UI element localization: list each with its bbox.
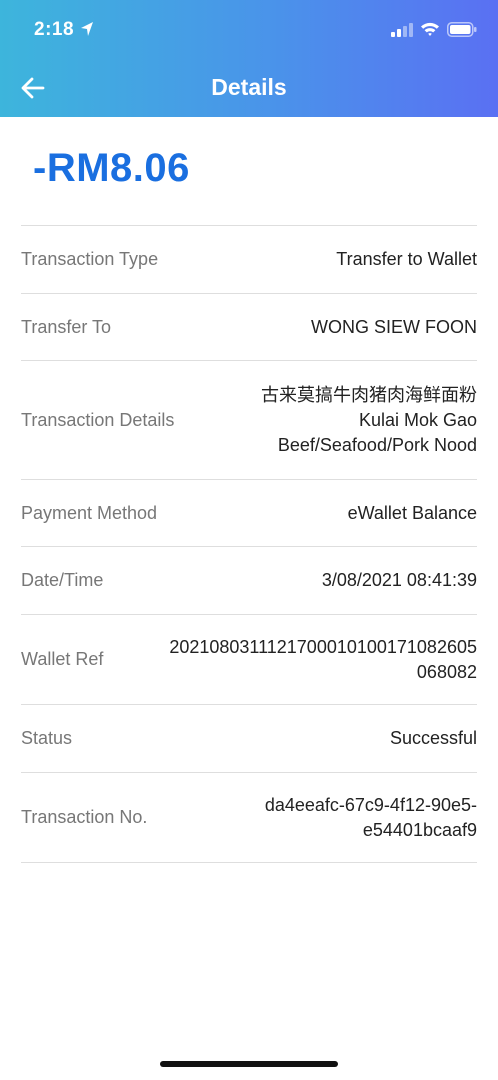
detail-value: da4eeafc-67c9-4f12-90e5- e54401bcaaf9 [265,793,477,843]
cellular-signal-icon [391,23,413,37]
detail-row-transfer-to: Transfer To WONG SIEW FOON [21,294,477,361]
detail-row-payment-method: Payment Method eWallet Balance [21,480,477,547]
detail-value-line: da4eeafc-67c9-4f12-90e5- [264,794,477,815]
header-bar: 2:18 Details [0,0,498,117]
page-title: Details [211,74,287,100]
home-indicator[interactable] [160,1061,338,1067]
transaction-details-list: Transaction Type Transfer to Wallet Tran… [21,225,477,863]
detail-label: Transaction Type [21,249,159,269]
detail-row-status: Status Successful [21,705,477,773]
detail-value: eWallet Balance [347,502,477,523]
detail-value: WONG SIEW FOON [311,316,477,337]
detail-value: 古来莫搞牛肉猪肉海鲜面粉 Kulai Mok Gao Beef/Seafood/… [261,383,477,458]
detail-row-transaction-type: Transaction Type Transfer to Wallet [21,226,477,294]
detail-row-transaction-details: Transaction Details 古来莫搞牛肉猪肉海鲜面粉 Kulai M… [21,361,477,480]
detail-value-line: e54401bcaaf9 [362,819,477,840]
detail-value: 20210803111217000101001710826​05 068082 [169,635,477,685]
status-value: Successful [389,728,477,748]
detail-label: Transaction Details [21,409,175,430]
status-bar: 2:18 [0,0,498,60]
detail-label: Date/Time [21,570,104,590]
detail-label: Status [21,728,73,748]
detail-label: Transaction No. [21,807,148,827]
detail-value-line: 068082 [416,661,477,682]
status-time: 2:18 [34,19,75,40]
battery-icon [447,22,477,37]
detail-value-line: Kulai Mok Gao [358,409,477,430]
detail-value-line: Beef/Seafood/Pork Nood [277,434,477,455]
detail-row-date-time: Date/Time 3/08/2021 08:41:39 [21,547,477,615]
detail-label: Payment Method [21,502,158,523]
detail-value: 3/08/2021 08:41:39 [321,570,477,590]
navigation-bar: Details [0,60,498,117]
location-arrow-icon [81,22,93,36]
detail-label: Wallet Ref [21,649,104,669]
detail-label: Transfer To [21,316,112,337]
detail-value: Transfer to Wallet [336,249,477,269]
detail-value-line: 古来莫搞牛肉猪肉海鲜面粉 [261,384,477,405]
transaction-amount: -RM8.06 [33,146,190,190]
wifi-icon [421,22,439,36]
detail-row-wallet-ref: Wallet Ref 20210803111217000101001710826… [21,615,477,705]
detail-value-line: 20210803111217000101001710826​05 [169,636,477,657]
detail-row-transaction-no: Transaction No. da4eeafc-67c9-4f12-90e5-… [21,773,477,863]
